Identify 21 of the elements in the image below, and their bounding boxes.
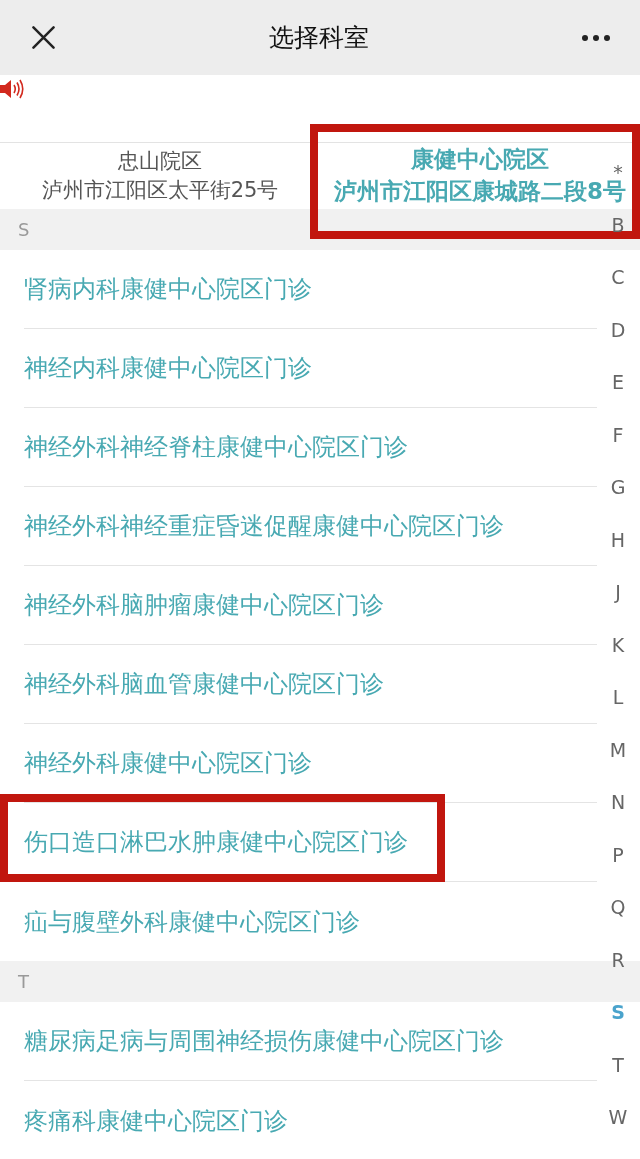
- close-icon[interactable]: [32, 26, 55, 49]
- index-letter[interactable]: C: [611, 251, 625, 304]
- index-letter[interactable]: K: [611, 618, 625, 671]
- more-icon[interactable]: [582, 34, 610, 41]
- index-letter[interactable]: L: [612, 671, 624, 724]
- campus-name[interactable]: 忠山院区: [118, 148, 202, 174]
- index-letter[interactable]: F: [612, 408, 624, 461]
- index-letter[interactable]: P: [612, 828, 624, 881]
- index-letter[interactable]: T: [612, 1038, 624, 1091]
- speaker-icon: [0, 78, 26, 100]
- index-letter[interactable]: M: [609, 723, 627, 776]
- index-letter[interactable]: J: [615, 566, 621, 619]
- campus-address[interactable]: 泸州市江阳区太平街25号: [41, 178, 279, 204]
- index-letter[interactable]: Q: [610, 881, 626, 934]
- index-letter[interactable]: H: [610, 513, 626, 566]
- index-letter[interactable]: N: [610, 776, 626, 829]
- index-letter[interactable]: E: [612, 356, 624, 409]
- index-letter[interactable]: D: [610, 303, 626, 356]
- index-letter[interactable]: W: [608, 1091, 628, 1144]
- page-title: 选择科室: [268, 22, 369, 54]
- index-letter[interactable]: G: [610, 461, 626, 514]
